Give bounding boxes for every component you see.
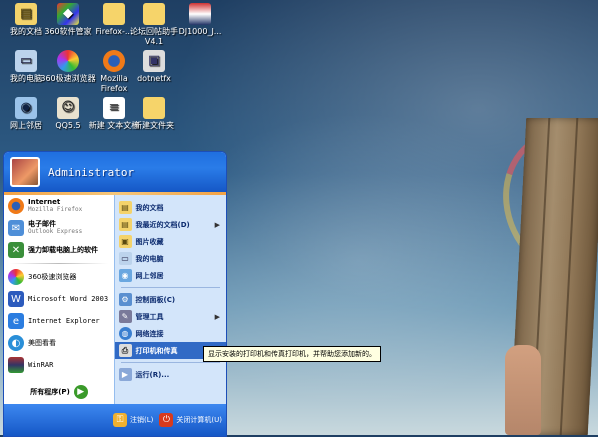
place-pictures[interactable]: ▣ 图片收藏 bbox=[115, 233, 227, 250]
recent-winrar[interactable]: WinRAR bbox=[4, 354, 114, 376]
recent-word[interactable]: W Microsoft Word 2003 bbox=[4, 288, 114, 310]
pictures-icon: ▣ bbox=[118, 235, 132, 248]
shutdown-button[interactable]: ⏻ 关闭计算机(U) bbox=[159, 413, 222, 427]
recent-uninstall[interactable]: ✕ 强力卸载电脑上的软件 bbox=[4, 239, 114, 261]
folder-icon bbox=[103, 3, 125, 25]
my-computer-icon: ▭ bbox=[118, 252, 132, 265]
desktop-icon-new-folder[interactable]: 新建文件夹 bbox=[126, 97, 182, 131]
browser-360-icon bbox=[57, 50, 79, 72]
winrar-icon bbox=[8, 357, 24, 373]
recent-ie[interactable]: e Internet Explorer bbox=[4, 310, 114, 332]
image-viewer-icon: ◐ bbox=[8, 335, 24, 351]
recent-image-viewer[interactable]: ◐ 美图看看 bbox=[4, 332, 114, 354]
printer-tooltip: 显示安装的打印机和传真打印机，并帮助您添加新的。 bbox=[203, 346, 381, 362]
place-admin-tools[interactable]: ✎ 管理工具 ▶ bbox=[115, 308, 227, 325]
ie-icon: e bbox=[8, 313, 24, 329]
wallpaper-hand bbox=[505, 345, 541, 435]
place-recent-documents[interactable]: ▤ 我最近的文档(D) ▶ bbox=[115, 216, 227, 233]
chevron-right-icon: ▶ bbox=[214, 312, 220, 321]
start-menu-header: Administrator bbox=[4, 152, 226, 192]
place-network[interactable]: ◉ 网上邻居 bbox=[115, 267, 227, 284]
place-network-connections[interactable]: ◍ 网络连接 bbox=[115, 325, 227, 342]
pinned-internet[interactable]: Internet Mozilla Firefox bbox=[4, 195, 114, 217]
recent-360-browser[interactable]: 360极速浏览器 bbox=[4, 266, 114, 288]
run-icon: ▶ bbox=[118, 368, 132, 381]
power-icon: ⏻ bbox=[159, 413, 174, 427]
firefox-icon bbox=[8, 198, 24, 214]
start-menu-programs: Internet Mozilla Firefox ✉ 电子邮件 Outlook Ex… bbox=[4, 195, 114, 404]
qq-icon: ☺ bbox=[57, 97, 79, 119]
admin-tools-icon: ✎ bbox=[118, 310, 132, 323]
software-manager-icon: ◆ bbox=[57, 3, 79, 25]
chevron-right-icon: ▶ bbox=[214, 220, 220, 229]
arrow-right-icon: ▶ bbox=[73, 385, 88, 399]
my-computer-icon: ▭ bbox=[15, 50, 37, 72]
folder-icon bbox=[143, 97, 165, 119]
start-menu: Administrator Internet Mozilla Firefox ✉ … bbox=[3, 151, 227, 437]
network-icon: ◉ bbox=[118, 269, 132, 282]
menu-separator bbox=[120, 362, 220, 363]
user-name: Administrator bbox=[48, 165, 135, 179]
printer-icon: ⎙ bbox=[118, 344, 132, 357]
browser-360-icon bbox=[8, 269, 24, 285]
pinned-email[interactable]: ✉ 电子邮件 Outlook Express bbox=[4, 217, 114, 239]
my-documents-icon: ▤ bbox=[118, 201, 132, 214]
installer-icon: ▣ bbox=[143, 50, 165, 72]
start-menu-places: ▤ 我的文档 ▤ 我最近的文档(D) ▶ ▣ 图片收藏 ▭ 我的电脑 ◉ 网上邻… bbox=[113, 195, 227, 404]
place-my-documents[interactable]: ▤ 我的文档 bbox=[115, 199, 227, 216]
all-programs-button[interactable]: 所有程序(P) ▶ bbox=[4, 380, 114, 404]
menu-separator bbox=[120, 287, 220, 288]
start-menu-footer: ⚿ 注销(L) ⏻ 关闭计算机(U) bbox=[4, 404, 226, 436]
firefox-icon bbox=[103, 50, 125, 72]
app-icon bbox=[189, 3, 211, 25]
network-connections-icon: ◍ bbox=[118, 327, 132, 340]
uninstall-icon: ✕ bbox=[8, 242, 24, 258]
desktop-icon-dotnetfx[interactable]: ▣ dotnetfx bbox=[126, 50, 182, 84]
folder-icon bbox=[143, 3, 165, 25]
text-file-icon: ≡ bbox=[103, 97, 125, 119]
network-icon: ◉ bbox=[15, 97, 37, 119]
place-my-computer[interactable]: ▭ 我的电脑 bbox=[115, 250, 227, 267]
email-icon: ✉ bbox=[8, 220, 24, 236]
recent-docs-icon: ▤ bbox=[118, 218, 132, 231]
my-documents-icon: ▤ bbox=[15, 3, 37, 25]
logoff-button[interactable]: ⚿ 注销(L) bbox=[113, 413, 153, 427]
menu-separator bbox=[10, 263, 108, 264]
control-panel-icon: ⚙ bbox=[118, 293, 132, 306]
place-run[interactable]: ▶ 运行(R)... bbox=[115, 366, 227, 383]
desktop-icon-dj1000[interactable]: DJ1000_J... bbox=[172, 3, 228, 37]
user-avatar[interactable] bbox=[10, 157, 40, 187]
word-icon: W bbox=[8, 291, 24, 307]
key-icon: ⚿ bbox=[113, 413, 128, 427]
place-control-panel[interactable]: ⚙ 控制面板(C) bbox=[115, 291, 227, 308]
